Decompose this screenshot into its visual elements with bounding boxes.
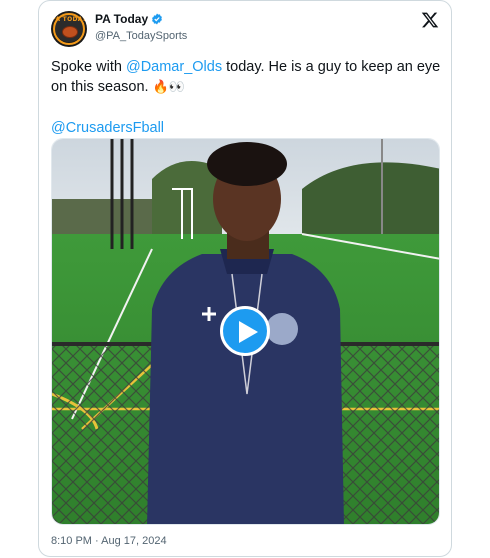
author-name-row: PA Today [95,12,163,26]
tweet-timestamp[interactable]: 8:10 PM · Aug 17, 2024 [51,535,167,547]
avatar-logo-text: PA TODAY [51,16,87,23]
mention-link[interactable]: @CrusadersFball [51,120,164,136]
author-handle[interactable]: @PA_TodaySports [95,30,187,42]
tweet-text-part: Spoke with [51,59,126,75]
emoji-fire-eyes: 🔥👀 [152,80,185,95]
author-avatar[interactable]: PA TODAY [51,11,87,47]
play-icon [239,321,258,343]
x-logo-icon[interactable] [421,11,439,29]
play-button[interactable] [220,306,270,356]
verified-badge-icon [152,13,163,25]
football-icon [62,26,78,38]
video-thumbnail[interactable] [51,138,440,525]
mention-link[interactable]: @Damar_Olds [126,59,222,75]
tweet-card: PA TODAY PA Today @PA_TodaySports Spoke … [38,0,452,557]
author-name[interactable]: PA Today [95,12,148,26]
tweet-text: Spoke with @Damar_Olds today. He is a gu… [51,57,441,138]
